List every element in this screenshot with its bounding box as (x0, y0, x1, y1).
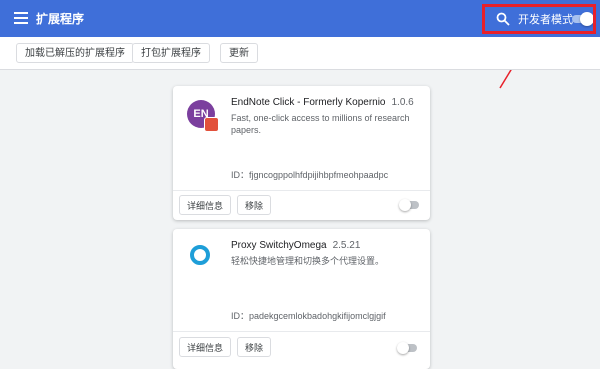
menu-icon[interactable] (14, 12, 28, 24)
extension-name: Proxy SwitchyOmega 2.5.21 (231, 240, 361, 251)
endnote-icon: EN (187, 100, 219, 132)
extensions-toolbar: 加载已解压的扩展程序 打包扩展程序 更新 (0, 37, 600, 70)
extension-name: EndNote Click - Formerly Kopernio 1.0.6 (231, 97, 414, 108)
annotation-highlight-box (482, 4, 596, 34)
page-title: 扩展程序 (36, 12, 85, 26)
update-button[interactable]: 更新 (220, 43, 258, 63)
proxy-switchyomega-icon (190, 245, 210, 265)
extension-version: 2.5.21 (332, 240, 361, 251)
extension-enable-toggle[interactable] (397, 342, 419, 354)
pack-extension-button[interactable]: 打包扩展程序 (132, 43, 210, 63)
extension-version: 1.0.6 (391, 97, 414, 108)
extension-card-proxy-switchyomega: Proxy SwitchyOmega 2.5.21 轻松快捷地管理和切换多个代理设… (173, 229, 430, 369)
extension-id: ID：fjgncogppolhfdpijihbpfmeohpaadpc (231, 170, 389, 180)
extension-enable-toggle[interactable] (399, 199, 421, 211)
extension-description: Fast, one-click access to millions of re… (231, 113, 410, 135)
details-button[interactable]: 详细信息 (179, 337, 232, 357)
extension-description: 轻松快捷地管理和切换多个代理设置。 (231, 256, 385, 266)
remove-button[interactable]: 移除 (237, 337, 272, 357)
extension-id: ID：padekgcemlokbadohgkifijomclgjgif (231, 311, 386, 321)
extension-card-endnote: EN EndNote Click - Formerly Kopernio 1.0.… (173, 86, 430, 220)
details-button[interactable]: 详细信息 (179, 195, 232, 215)
remove-button[interactable]: 移除 (237, 195, 272, 215)
load-unpacked-button[interactable]: 加载已解压的扩展程序 (16, 43, 134, 63)
